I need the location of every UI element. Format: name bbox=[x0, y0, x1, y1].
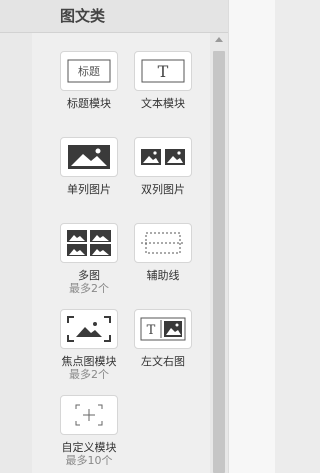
module-focus-pic-icon-box[interactable] bbox=[60, 309, 118, 349]
panel-title: 图文类 bbox=[60, 7, 106, 25]
scroll-up-arrow-icon[interactable] bbox=[215, 37, 223, 42]
single-image-icon bbox=[68, 145, 110, 169]
module-text-left-pic-right[interactable]: T 左文右图 bbox=[131, 309, 195, 368]
module-multi-pic-limit: 最多2个 bbox=[69, 282, 109, 295]
svg-text:T: T bbox=[147, 323, 156, 338]
module-multi-pic[interactable]: 多图 最多2个 bbox=[57, 223, 121, 296]
module-double-pic-label: 双列图片 bbox=[141, 183, 185, 196]
left-edge bbox=[0, 0, 32, 473]
module-text-left-pic-right-label: 左文右图 bbox=[141, 355, 185, 368]
scrollbar[interactable] bbox=[210, 33, 228, 473]
module-text[interactable]: T 文本模块 bbox=[131, 51, 195, 110]
text-t-icon: T bbox=[141, 59, 185, 83]
custom-plus-icon bbox=[75, 404, 103, 426]
module-double-pic[interactable]: 双列图片 bbox=[131, 137, 195, 196]
module-guide-line[interactable]: 辅助线 bbox=[131, 223, 195, 282]
dashed-guide-icon bbox=[141, 232, 185, 254]
svg-text:标题: 标题 bbox=[78, 64, 100, 78]
module-multi-pic-label: 多图 bbox=[78, 269, 100, 282]
module-focus-pic-label: 焦点图模块 bbox=[61, 355, 117, 368]
right-area bbox=[228, 0, 275, 473]
module-text-left-pic-right-icon-box[interactable]: T bbox=[134, 309, 192, 349]
text-left-image-right-icon: T bbox=[140, 317, 186, 341]
scrollbar-thumb[interactable] bbox=[213, 51, 225, 473]
module-custom-label: 自定义模块 bbox=[61, 441, 117, 454]
svg-text:T: T bbox=[158, 62, 169, 81]
title-text-icon: 标题 bbox=[67, 59, 111, 83]
module-custom-limit: 最多10个 bbox=[65, 454, 113, 467]
module-guide-line-icon-box[interactable] bbox=[134, 223, 192, 263]
module-multi-pic-icon-box[interactable] bbox=[60, 223, 118, 263]
module-text-label: 文本模块 bbox=[141, 97, 185, 110]
module-custom[interactable]: 自定义模块 最多10个 bbox=[57, 395, 121, 468]
module-single-pic[interactable]: 单列图片 bbox=[57, 137, 121, 196]
module-text-icon-box[interactable]: T bbox=[134, 51, 192, 91]
module-double-pic-icon-box[interactable] bbox=[134, 137, 192, 177]
module-single-pic-icon-box[interactable] bbox=[60, 137, 118, 177]
panel-header: 图文类 bbox=[0, 0, 228, 33]
module-title[interactable]: 标题 标题模块 bbox=[57, 51, 121, 110]
multi-image-icon bbox=[67, 230, 111, 256]
module-guide-line-label: 辅助线 bbox=[146, 269, 180, 282]
module-title-label: 标题模块 bbox=[67, 97, 111, 110]
module-focus-pic-limit: 最多2个 bbox=[69, 368, 109, 381]
module-title-icon-box[interactable]: 标题 bbox=[60, 51, 118, 91]
module-custom-icon-box[interactable] bbox=[60, 395, 118, 435]
module-single-pic-label: 单列图片 bbox=[67, 183, 111, 196]
double-image-icon bbox=[141, 149, 185, 165]
focus-image-icon bbox=[67, 316, 111, 342]
module-focus-pic[interactable]: 焦点图模块 最多2个 bbox=[57, 309, 121, 382]
